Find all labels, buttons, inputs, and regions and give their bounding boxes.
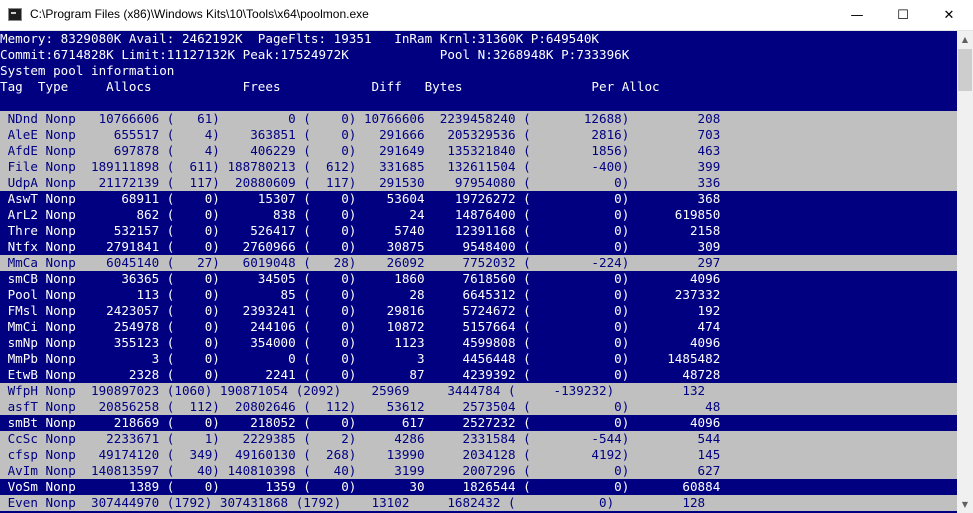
pool-table-row: File Nonp 189111898 ( 611) 188780213 ( 6… (0, 159, 957, 175)
scrollbar-thumb[interactable] (958, 49, 972, 91)
pool-table-row: AvIm Nonp 140813597 ( 40) 140810398 ( 40… (0, 463, 957, 479)
pool-table-row: AfdE Nonp 697878 ( 4) 406229 ( 0) 291649… (0, 143, 957, 159)
memory-summary-line: Memory: 8329080K Avail: 2462192K PageFlt… (0, 31, 957, 47)
blank-line (0, 95, 957, 111)
pool-info-heading: System pool information (0, 63, 957, 79)
pool-table-row: EtwB Nonp 2328 ( 0) 2241 ( 0) 87 4239392… (0, 367, 957, 383)
pool-table-row: Thre Nonp 532157 ( 0) 526417 ( 0) 5740 1… (0, 223, 957, 239)
pool-table-row: CcSc Nonp 2233671 ( 1) 2229385 ( 2) 4286… (0, 431, 957, 447)
commit-summary-line: Commit:6714828K Limit:11127132K Peak:175… (0, 47, 957, 63)
pool-table-row: Even Nonp 307444970 (1792) 307431868 (17… (0, 495, 957, 511)
scroll-down-arrow-icon[interactable]: ▼ (957, 496, 973, 513)
close-button[interactable]: ✕ (926, 0, 972, 30)
pool-table-row: AleE Nonp 655517 ( 4) 363851 ( 0) 291666… (0, 127, 957, 143)
console-output[interactable]: Memory: 8329080K Avail: 2462192K PageFlt… (0, 31, 957, 513)
pool-table-row: asfT Nonp 20856258 ( 112) 20802646 ( 112… (0, 399, 957, 415)
pool-table-row: AswT Nonp 68911 ( 0) 15307 ( 0) 53604 19… (0, 191, 957, 207)
scroll-up-arrow-icon[interactable]: ▲ (957, 31, 973, 48)
pool-table-row: smCB Nonp 36365 ( 0) 34505 ( 0) 1860 761… (0, 271, 957, 287)
pool-table-row: ArL2 Nonp 862 ( 0) 838 ( 0) 24 14876400 … (0, 207, 957, 223)
pool-table-row: Ntfx Nonp 2791841 ( 0) 2760966 ( 0) 3087… (0, 239, 957, 255)
console-app-icon (8, 8, 22, 21)
title-bar: C:\Program Files (x86)\Windows Kits\10\T… (0, 0, 973, 31)
pool-table-row: WfpH Nonp 190897023 (1060) 190871054 (20… (0, 383, 957, 399)
vertical-scrollbar[interactable]: ▲ ▼ (957, 31, 973, 513)
window-title: C:\Program Files (x86)\Windows Kits\10\T… (30, 7, 369, 21)
pool-table-row: FMsl Nonp 2423057 ( 0) 2393241 ( 0) 2981… (0, 303, 957, 319)
column-headers: Tag Type Allocs Frees Diff Bytes Per All… (0, 79, 957, 95)
pool-table-row: VoSm Nonp 1389 ( 0) 1359 ( 0) 30 1826544… (0, 479, 957, 495)
pool-table-row: NDnd Nonp 10766606 ( 61) 0 ( 0) 10766606… (0, 111, 957, 127)
pool-table-row: smNp Nonp 355123 ( 0) 354000 ( 0) 1123 4… (0, 335, 957, 351)
pool-table-row: smBt Nonp 218669 ( 0) 218052 ( 0) 617 25… (0, 415, 957, 431)
pool-table-row: MmCa Nonp 6045140 ( 27) 6019048 ( 28) 26… (0, 255, 957, 271)
pool-table-row: MmCi Nonp 254978 ( 0) 244106 ( 0) 10872 … (0, 319, 957, 335)
pool-table-row: cfsp Nonp 49174120 ( 349) 49160130 ( 268… (0, 447, 957, 463)
pool-table-row: Pool Nonp 113 ( 0) 85 ( 0) 28 6645312 ( … (0, 287, 957, 303)
pool-table-row: MmPb Nonp 3 ( 0) 0 ( 0) 3 4456448 ( 0) 1… (0, 351, 957, 367)
minimize-button[interactable]: — (834, 0, 880, 30)
pool-table-row: UdpA Nonp 21172139 ( 117) 20880609 ( 117… (0, 175, 957, 191)
maximize-button[interactable]: ☐ (880, 0, 926, 30)
